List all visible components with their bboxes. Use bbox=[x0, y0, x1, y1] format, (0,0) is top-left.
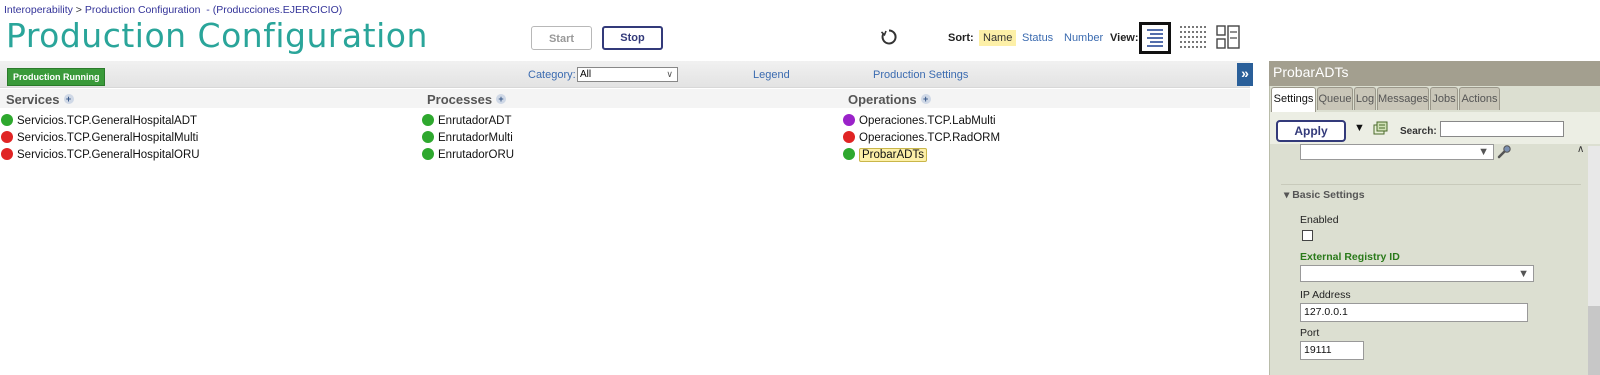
item-label: Servicios.TCP.GeneralHospitalMulti bbox=[17, 132, 199, 144]
item-label: EnrutadorMulti bbox=[438, 132, 513, 144]
enabled-label: Enabled bbox=[1300, 214, 1339, 226]
enabled-checkbox[interactable] bbox=[1302, 230, 1313, 241]
apply-button[interactable]: Apply bbox=[1276, 120, 1346, 142]
stop-button[interactable]: Stop bbox=[602, 26, 663, 50]
settings-grid-icon[interactable] bbox=[1373, 121, 1389, 135]
status-dot-icon bbox=[422, 131, 434, 143]
production-settings-link[interactable]: Production Settings bbox=[873, 69, 968, 81]
add-service-icon[interactable]: + bbox=[63, 94, 74, 104]
scroll-up-icon[interactable]: ∧ bbox=[1577, 144, 1584, 155]
category-label: Category: bbox=[528, 69, 576, 81]
status-dot-icon bbox=[1, 114, 13, 126]
basic-settings-label: Basic Settings bbox=[1292, 189, 1365, 201]
breadcrumb: Interoperability > Production Configurat… bbox=[4, 4, 342, 16]
caret-down-icon: ▾ bbox=[1284, 189, 1290, 201]
breadcrumb-separator: > bbox=[75, 4, 82, 16]
item-label: Operaciones.TCP.LabMulti bbox=[859, 115, 996, 127]
external-registry-label: External Registry ID bbox=[1300, 251, 1400, 263]
breadcrumb-link-interoperability[interactable]: Interoperability bbox=[4, 4, 73, 16]
list-item-process[interactable]: EnrutadorMulti bbox=[422, 131, 513, 146]
item-label: Servicios.TCP.GeneralHospitalORU bbox=[17, 149, 200, 161]
sort-label: Sort: bbox=[948, 32, 974, 44]
sort-by-status[interactable]: Status bbox=[1022, 32, 1053, 44]
legend-link[interactable]: Legend bbox=[753, 69, 790, 81]
dropdown-arrow-icon[interactable]: ▼ bbox=[1354, 122, 1365, 134]
item-label: Servicios.TCP.GeneralHospitalADT bbox=[17, 115, 198, 127]
processes-header: Processes + bbox=[427, 92, 507, 107]
column-header-row bbox=[0, 89, 1250, 108]
list-item-process[interactable]: EnrutadorORU bbox=[422, 148, 514, 163]
list-item-service[interactable]: Servicios.TCP.GeneralHospitalORU bbox=[1, 148, 200, 163]
item-label: ProbarADTs bbox=[859, 148, 927, 162]
tab-log[interactable]: Log bbox=[1354, 87, 1376, 110]
status-dot-icon bbox=[843, 148, 855, 160]
chevron-down-icon: ▼ bbox=[1478, 146, 1489, 158]
list-item-operation[interactable]: Operaciones.TCP.RadORM bbox=[843, 131, 1000, 146]
chevron-down-icon: ∨ bbox=[666, 69, 673, 79]
item-label: EnrutadorORU bbox=[438, 149, 515, 161]
port-label: Port bbox=[1300, 327, 1320, 339]
wrench-icon[interactable] bbox=[1496, 144, 1512, 160]
ip-address-field[interactable]: 127.0.0.1 bbox=[1300, 303, 1528, 322]
start-button[interactable]: Start bbox=[531, 26, 592, 50]
list-item-service[interactable]: Servicios.TCP.GeneralHospitalMulti bbox=[1, 131, 198, 146]
list-item-operation-selected[interactable]: ProbarADTs bbox=[843, 148, 927, 163]
operations-header: Operations + bbox=[848, 92, 931, 107]
add-operation-icon[interactable]: + bbox=[920, 94, 931, 104]
section-divider bbox=[1281, 184, 1581, 185]
list-view-icon[interactable] bbox=[1139, 22, 1171, 54]
services-header-label: Services bbox=[6, 92, 60, 107]
tab-messages[interactable]: Messages bbox=[1377, 87, 1429, 110]
category-select-value: All bbox=[580, 69, 592, 80]
processes-header-label: Processes bbox=[427, 92, 493, 107]
collapse-panel-button[interactable]: » bbox=[1237, 63, 1253, 86]
refresh-icon[interactable] bbox=[880, 28, 898, 46]
status-dot-icon bbox=[422, 148, 434, 160]
breadcrumb-link-production-configuration[interactable]: Production Configuration bbox=[85, 4, 201, 16]
services-header: Services + bbox=[6, 92, 74, 107]
sort-by-name[interactable]: Name bbox=[979, 30, 1017, 46]
item-label: Operaciones.TCP.RadORM bbox=[859, 132, 1001, 144]
external-registry-select[interactable]: ▼ bbox=[1300, 265, 1534, 282]
panel-title: ProbarADTs bbox=[1273, 64, 1349, 80]
port-field[interactable]: 19111 bbox=[1300, 341, 1364, 360]
tab-jobs[interactable]: Jobs bbox=[1430, 87, 1458, 110]
status-dot-icon bbox=[843, 131, 855, 143]
search-input[interactable] bbox=[1440, 121, 1564, 137]
list-item-service[interactable]: Servicios.TCP.GeneralHospitalADT bbox=[1, 114, 197, 129]
add-process-icon[interactable]: + bbox=[496, 94, 507, 104]
host-class-select[interactable]: ▼ bbox=[1300, 144, 1494, 160]
panel-scrollbar-thumb[interactable] bbox=[1588, 306, 1600, 375]
list-item-operation[interactable]: Operaciones.TCP.LabMulti bbox=[843, 114, 996, 129]
operations-header-label: Operations bbox=[848, 92, 917, 107]
category-select[interactable]: All ∨ bbox=[577, 67, 678, 82]
tab-queue[interactable]: Queue bbox=[1317, 87, 1353, 110]
basic-settings-toggle[interactable]: ▾ Basic Settings bbox=[1284, 189, 1365, 201]
chevron-down-icon: ▼ bbox=[1518, 268, 1529, 280]
columns-view-icon[interactable] bbox=[1213, 22, 1245, 54]
status-dot-icon bbox=[1, 148, 13, 160]
ip-address-label: IP Address bbox=[1300, 289, 1351, 301]
view-label: View: bbox=[1110, 32, 1139, 44]
tab-actions[interactable]: Actions bbox=[1459, 87, 1500, 110]
grid-view-icon[interactable] bbox=[1178, 22, 1210, 54]
page-title: Production Configuration bbox=[6, 16, 428, 55]
sort-by-number[interactable]: Number bbox=[1064, 32, 1103, 44]
tab-settings[interactable]: Settings bbox=[1271, 87, 1316, 112]
status-dot-icon bbox=[1, 131, 13, 143]
item-label: EnrutadorADT bbox=[438, 115, 512, 127]
list-item-process[interactable]: EnrutadorADT bbox=[422, 114, 512, 129]
search-label: Search: bbox=[1400, 126, 1437, 137]
status-dot-icon bbox=[422, 114, 434, 126]
status-dot-icon bbox=[843, 114, 855, 126]
production-status-badge: Production Running bbox=[7, 68, 106, 86]
breadcrumb-context: - (Producciones.EJERCICIO) bbox=[206, 4, 343, 16]
